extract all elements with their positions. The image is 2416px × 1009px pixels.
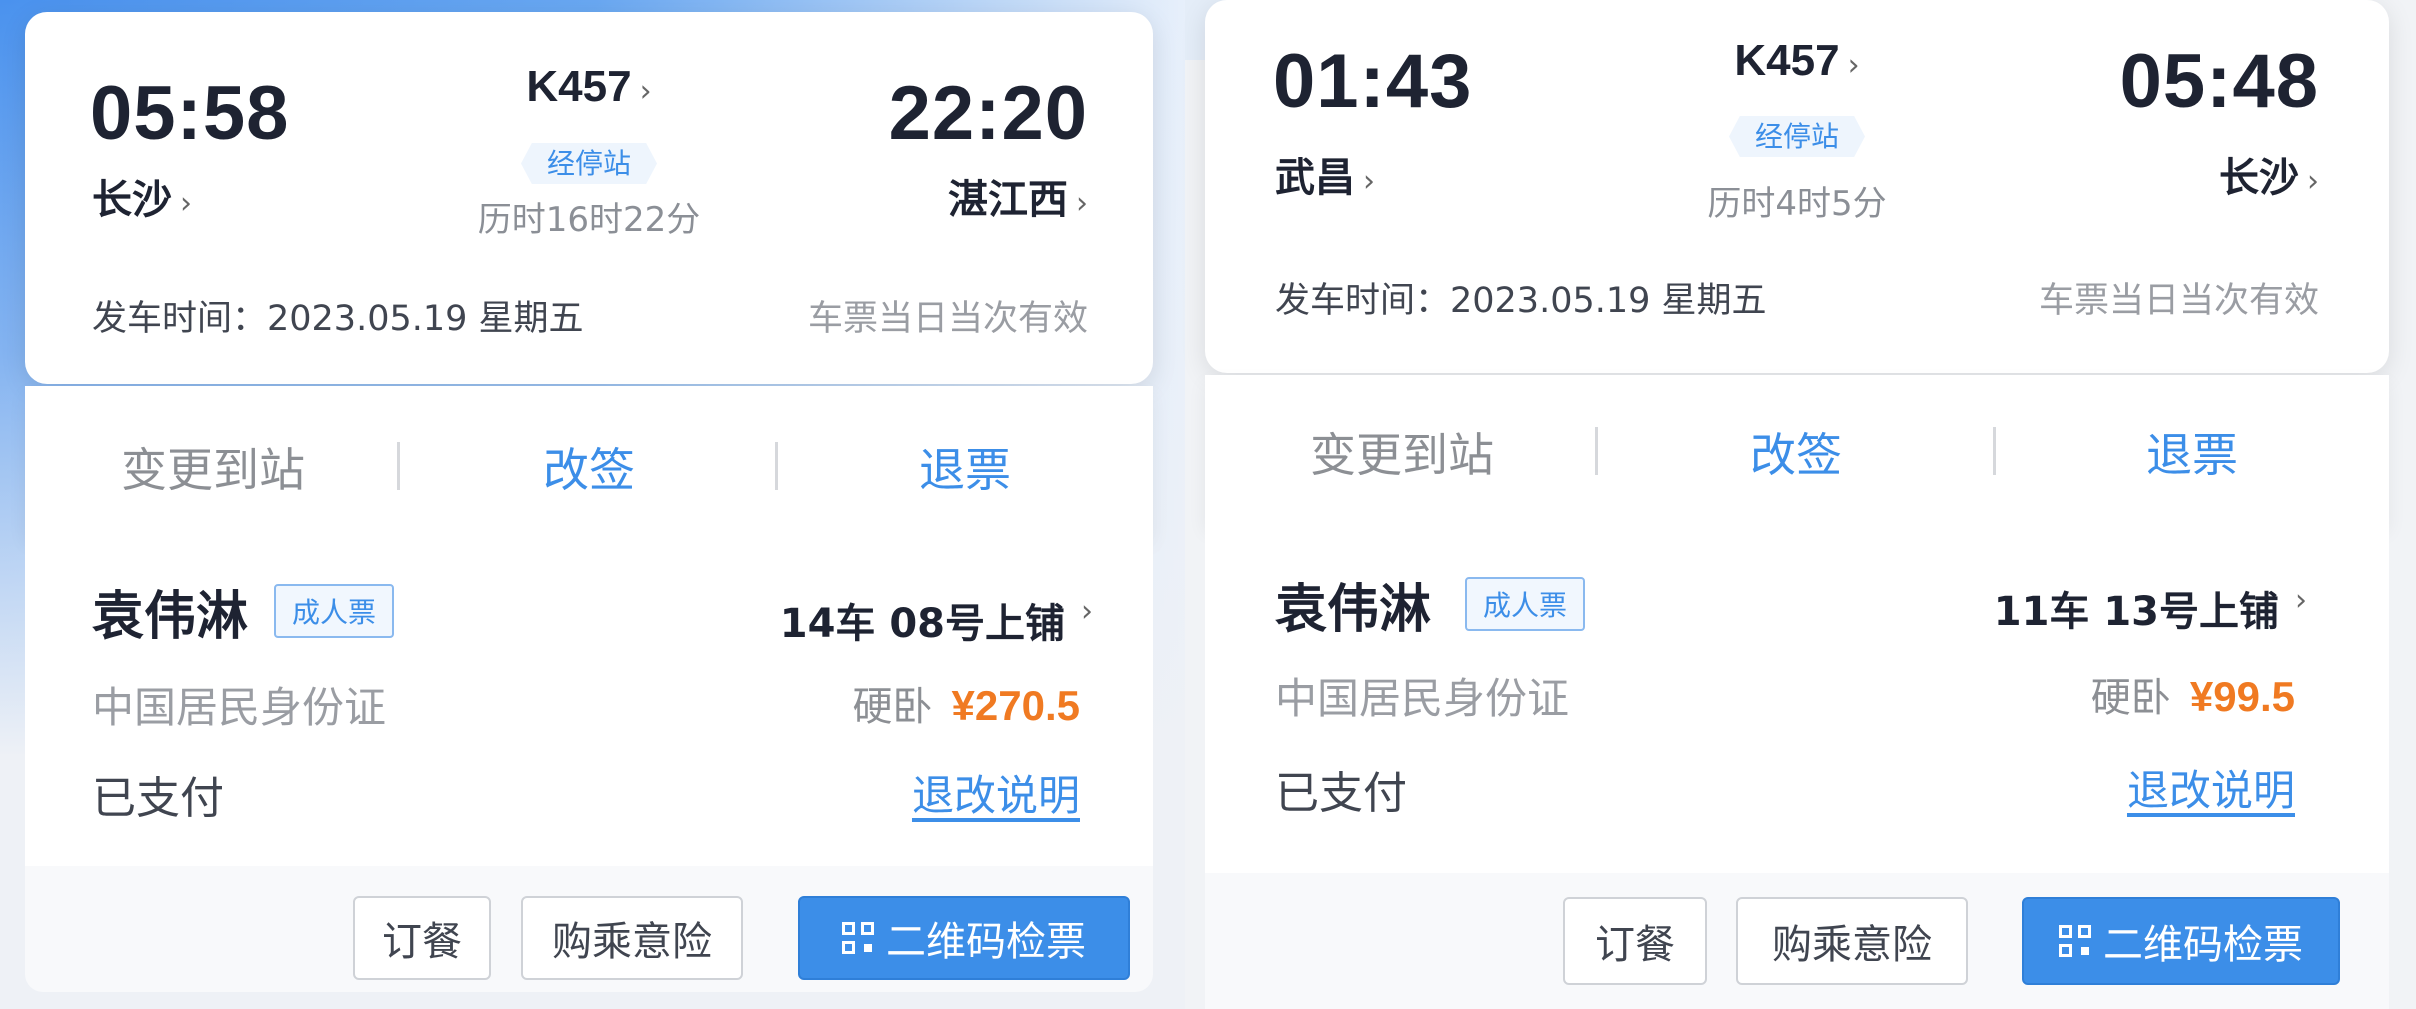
seat-info[interactable]: 11车 13号上铺	[1994, 579, 2279, 637]
trip-duration: 历时4时5分	[1707, 184, 1887, 224]
bottom-actions-bar: 订餐 购乘意险 二维码检票	[25, 866, 1153, 992]
from-station-label: 长沙	[92, 177, 172, 223]
reschedule-button[interactable]: 改签	[1599, 419, 1993, 485]
refund-rules-link[interactable]: 退改说明	[2127, 757, 2295, 818]
to-station-label: 长沙	[2219, 155, 2299, 201]
to-station-label: 湛江西	[948, 177, 1068, 223]
chevron-right-icon: ›	[1081, 594, 1093, 629]
chevron-right-icon: ›	[2295, 583, 2307, 618]
arrive-time: 22:20	[888, 71, 1088, 156]
qr-check-label: 二维码检票	[2103, 922, 2303, 968]
fare-info: 硬卧 ¥270.5	[852, 674, 1080, 732]
ticket-actions-bar: 变更到站 改签 退票	[25, 386, 1153, 536]
fare-info: 硬卧 ¥99.5	[2091, 665, 2295, 723]
ticket-card: 01:43 武昌 › K457 › 经停站 历时4时5分 05:48 长沙 › 发车时…	[1205, 0, 2389, 1009]
chevron-right-icon: ›	[1847, 48, 1860, 83]
stops-badge[interactable]: 经停站	[520, 143, 657, 184]
chevron-right-icon: ›	[1076, 186, 1088, 221]
qr-code-icon	[842, 922, 874, 954]
train-info-panel: 01:43 武昌 › K457 › 经停站 历时4时5分 05:48 长沙 › 发车时…	[1205, 0, 2389, 373]
seat-class: 硬卧	[852, 684, 933, 730]
passenger-panel: 袁伟淋 成人票 14车 08号上铺 › 中国居民身份证 硬卧 ¥270.5 已支…	[25, 536, 1153, 866]
reschedule-button[interactable]: 改签	[401, 434, 777, 500]
buy-insurance-button[interactable]: 购乘意险	[521, 896, 743, 980]
stops-badge-wrap: 经停站	[289, 142, 889, 184]
train-number-label: K457	[1734, 36, 1840, 85]
depart-time: 01:43	[1273, 39, 1473, 124]
refund-rules-link[interactable]: 退改说明	[912, 762, 1080, 823]
passenger-panel: 袁伟淋 成人票 11车 13号上铺 › 中国居民身份证 硬卧 ¥99.5 已支付…	[1205, 525, 2389, 873]
depart-date: 发车时间：2023.05.19 星期五	[1275, 281, 1767, 321]
from-station[interactable]: 武昌 ›	[1275, 145, 1375, 203]
payment-status: 已支付	[1275, 768, 1407, 819]
qr-check-button[interactable]: 二维码检票	[798, 896, 1130, 980]
to-station[interactable]: 长沙 ›	[2219, 145, 2319, 203]
order-meal-button[interactable]: 订餐	[353, 896, 491, 980]
change-station-button[interactable]: 变更到站	[25, 434, 401, 500]
order-meal-button[interactable]: 订餐	[1563, 897, 1707, 985]
train-number[interactable]: K457 ›	[289, 62, 889, 112]
seat-class: 硬卧	[2090, 675, 2171, 721]
passenger-name: 袁伟淋	[1275, 580, 1432, 640]
depart-date: 发车时间：2023.05.19 星期五	[92, 299, 584, 339]
arrive-time: 05:48	[2119, 39, 2319, 124]
train-number-label: K457	[526, 62, 632, 111]
qr-check-label: 二维码检票	[886, 919, 1086, 965]
train-info-panel: 05:58 长沙 › K457 › 经停站 历时16时22分 22:20 湛江西 › …	[25, 12, 1153, 384]
ticket-card: 05:58 长沙 › K457 › 经停站 历时16时22分 22:20 湛江西 › …	[25, 12, 1153, 992]
qr-code-icon	[2059, 925, 2091, 957]
stops-badge[interactable]: 经停站	[1728, 116, 1865, 157]
passenger-name: 袁伟淋	[92, 587, 249, 647]
ticket-type-badge: 成人票	[1465, 577, 1586, 631]
ticket-price: ¥270.5	[951, 682, 1080, 729]
ticket-price: ¥99.5	[2189, 673, 2295, 720]
chevron-right-icon: ›	[1363, 164, 1375, 199]
chevron-right-icon: ›	[180, 186, 192, 221]
id-type: 中国居民身份证	[92, 683, 387, 732]
ticket-validity: 车票当日当次有效	[2038, 281, 2319, 321]
from-station-label: 武昌	[1275, 155, 1355, 201]
ticket-type-badge: 成人票	[274, 584, 395, 638]
train-number[interactable]: K457 ›	[1497, 36, 2097, 86]
refund-button[interactable]: 退票	[1995, 419, 2389, 485]
change-station-button[interactable]: 变更到站	[1205, 419, 1599, 485]
ticket-validity: 车票当日当次有效	[807, 299, 1088, 339]
chevron-right-icon: ›	[2307, 164, 2319, 199]
refund-button[interactable]: 退票	[777, 434, 1153, 500]
ticket-actions-bar: 变更到站 改签 退票	[1205, 375, 2389, 525]
chevron-right-icon: ›	[639, 74, 652, 109]
bottom-actions-bar: 订餐 购乘意险 二维码检票	[1205, 873, 2389, 1009]
depart-time: 05:58	[90, 71, 290, 156]
buy-insurance-button[interactable]: 购乘意险	[1736, 897, 1968, 985]
id-type: 中国居民身份证	[1275, 674, 1570, 723]
divider	[1595, 427, 1598, 475]
to-station[interactable]: 湛江西 ›	[948, 167, 1088, 225]
seat-info[interactable]: 14车 08号上铺	[780, 591, 1065, 649]
trip-duration: 历时16时22分	[477, 200, 701, 240]
payment-status: 已支付	[92, 773, 224, 824]
qr-check-button[interactable]: 二维码检票	[2022, 897, 2340, 985]
from-station[interactable]: 长沙 ›	[92, 167, 192, 225]
divider	[397, 442, 400, 490]
stops-badge-wrap: 经停站	[1497, 115, 2097, 157]
